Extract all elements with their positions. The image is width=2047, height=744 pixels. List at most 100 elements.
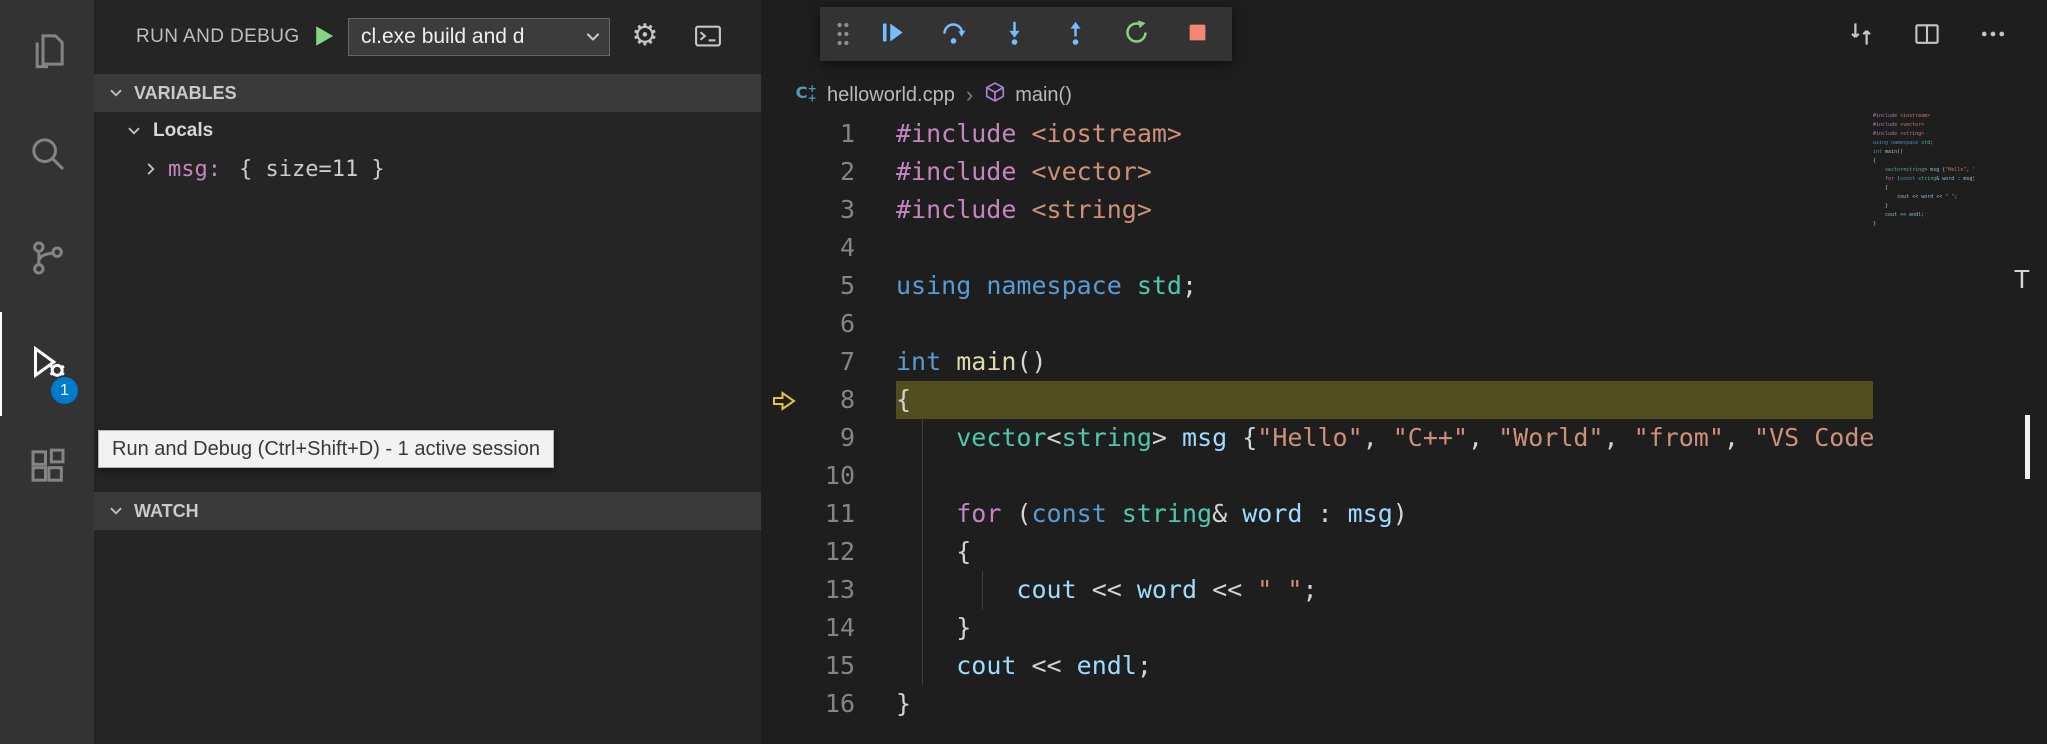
step-into-button[interactable] (991, 11, 1037, 57)
line-content: { (896, 381, 1873, 419)
more-actions-button[interactable] (1971, 13, 2015, 57)
console-icon (693, 21, 723, 54)
breadcrumb-separator-icon: › (964, 82, 975, 108)
clipped-letter: T (2014, 264, 2030, 295)
code-line-6[interactable]: 6 (761, 305, 1873, 343)
source-control-icon (28, 238, 68, 283)
breadcrumb-symbol[interactable]: main() (1015, 84, 1072, 107)
code-line-16[interactable]: 16} (761, 685, 1873, 723)
gutter[interactable]: 8 (761, 381, 896, 419)
variable-row-msg[interactable]: msg: { size=11 } (94, 150, 761, 188)
debug-config-dropdown[interactable]: cl.exe build and d (348, 18, 610, 56)
locals-scope-row[interactable]: Locals (94, 112, 761, 150)
gutter[interactable]: 12 (761, 533, 896, 571)
activity-item-explorer[interactable] (0, 0, 94, 104)
debug-console-button[interactable] (689, 18, 727, 56)
activity-bar: 1 (0, 0, 94, 744)
chevron-down-icon (107, 84, 125, 102)
sidebar-title: RUN AND DEBUG (136, 26, 300, 48)
code-line-7[interactable]: 7int main() (761, 343, 1873, 381)
active-session-badge: 1 (51, 377, 78, 404)
gutter[interactable]: 15 (761, 647, 896, 685)
variable-value: { size=11 } (239, 157, 385, 182)
code-line-2[interactable]: 2#include <vector> (761, 153, 1873, 191)
gutter[interactable]: 7 (761, 343, 896, 381)
code-line-10[interactable]: 10 (761, 457, 1873, 495)
code-line-15[interactable]: 15 cout << endl; (761, 647, 1873, 685)
minimap-content: #include <iostream>#include <vector>#inc… (1873, 112, 1974, 229)
code-line-14[interactable]: 14 } (761, 609, 1873, 647)
editor-area: C++ helloworld.cpp › main() 1#include <i… (761, 0, 2047, 744)
run-and-debug-sidebar: RUN AND DEBUG cl.exe build and d ⚙ (94, 0, 761, 744)
line-number: 9 (840, 419, 855, 457)
gutter[interactable]: 3 (761, 191, 896, 229)
watch-section-header[interactable]: WATCH (94, 492, 761, 530)
line-number: 1 (840, 115, 855, 153)
debug-restart-icon (1123, 19, 1150, 49)
code-line-13[interactable]: 13 cout << word << " "; (761, 571, 1873, 609)
locals-label: Locals (153, 120, 213, 142)
sidebar-header: RUN AND DEBUG cl.exe build and d ⚙ (94, 0, 761, 74)
activity-item-extensions[interactable] (0, 416, 94, 520)
activity-item-run-and-debug[interactable]: 1 (0, 312, 94, 416)
gutter[interactable]: 1 (761, 115, 896, 153)
code-line-9[interactable]: 9 vector<string> msg {"Hello", "C++", "W… (761, 419, 1873, 457)
cpp-file-icon: C++ (794, 80, 818, 110)
open-changes-button[interactable] (1839, 13, 1883, 57)
play-icon (311, 23, 337, 52)
line-content (896, 229, 1873, 267)
code-line-5[interactable]: 5using namespace std; (761, 267, 1873, 305)
line-number: 5 (840, 267, 855, 305)
code-line-4[interactable]: 4 (761, 229, 1873, 267)
gutter[interactable]: 6 (761, 305, 896, 343)
variables-section-label: VARIABLES (134, 83, 237, 104)
ellipsis-icon (1978, 19, 2008, 52)
code-line-11[interactable]: 11 for (const string& word : msg) (761, 495, 1873, 533)
gutter[interactable]: 4 (761, 229, 896, 267)
line-content: } (896, 609, 1873, 647)
debug-toolbar (820, 7, 1232, 61)
activity-item-search[interactable] (0, 104, 94, 208)
code-line-3[interactable]: 3#include <string> (761, 191, 1873, 229)
debug-stop-icon (1184, 19, 1211, 49)
step-over-button[interactable] (930, 11, 976, 57)
code-line-12[interactable]: 12 { (761, 533, 1873, 571)
breadcrumb-file[interactable]: helloworld.cpp (827, 84, 955, 107)
start-debugging-button[interactable] (306, 19, 342, 55)
line-number: 3 (840, 191, 855, 229)
chevron-right-icon (142, 160, 160, 178)
toolbar-drag-handle-icon[interactable] (832, 11, 854, 57)
gutter[interactable]: 2 (761, 153, 896, 191)
minimap[interactable]: #include <iostream>#include <vector>#inc… (1873, 112, 1974, 282)
gutter[interactable]: 16 (761, 685, 896, 723)
chevron-down-icon (107, 502, 125, 520)
gutter[interactable]: 9 (761, 419, 896, 457)
code-line-8[interactable]: 8{ (761, 381, 1873, 419)
stop-button[interactable] (1174, 11, 1220, 57)
line-number: 14 (825, 609, 855, 647)
continue-button[interactable] (869, 11, 915, 57)
line-number: 10 (825, 457, 855, 495)
step-out-button[interactable] (1052, 11, 1098, 57)
code-line-1[interactable]: 1#include <iostream> (761, 115, 1873, 153)
explorer-icon (28, 30, 68, 75)
svg-text:+: + (808, 91, 817, 104)
variables-section-header[interactable]: VARIABLES (94, 74, 761, 112)
indent-guide (922, 457, 923, 495)
gutter[interactable]: 13 (761, 571, 896, 609)
gutter[interactable]: 11 (761, 495, 896, 533)
debug-step-into-icon (1001, 19, 1028, 49)
gutter[interactable]: 10 (761, 457, 896, 495)
debug-settings-gear-button[interactable]: ⚙ (626, 17, 664, 55)
gutter[interactable]: 14 (761, 609, 896, 647)
restart-button[interactable] (1113, 11, 1159, 57)
chevron-down-icon (583, 27, 603, 53)
line-number: 16 (825, 685, 855, 723)
gutter[interactable]: 5 (761, 267, 896, 305)
split-editor-button[interactable] (1905, 13, 1949, 57)
activity-item-source-control[interactable] (0, 208, 94, 312)
breadcrumb: C++ helloworld.cpp › main() (761, 78, 1072, 112)
line-number: 11 (825, 495, 855, 533)
line-content: int main() (896, 343, 1873, 381)
split-editor-icon (1912, 19, 1942, 52)
